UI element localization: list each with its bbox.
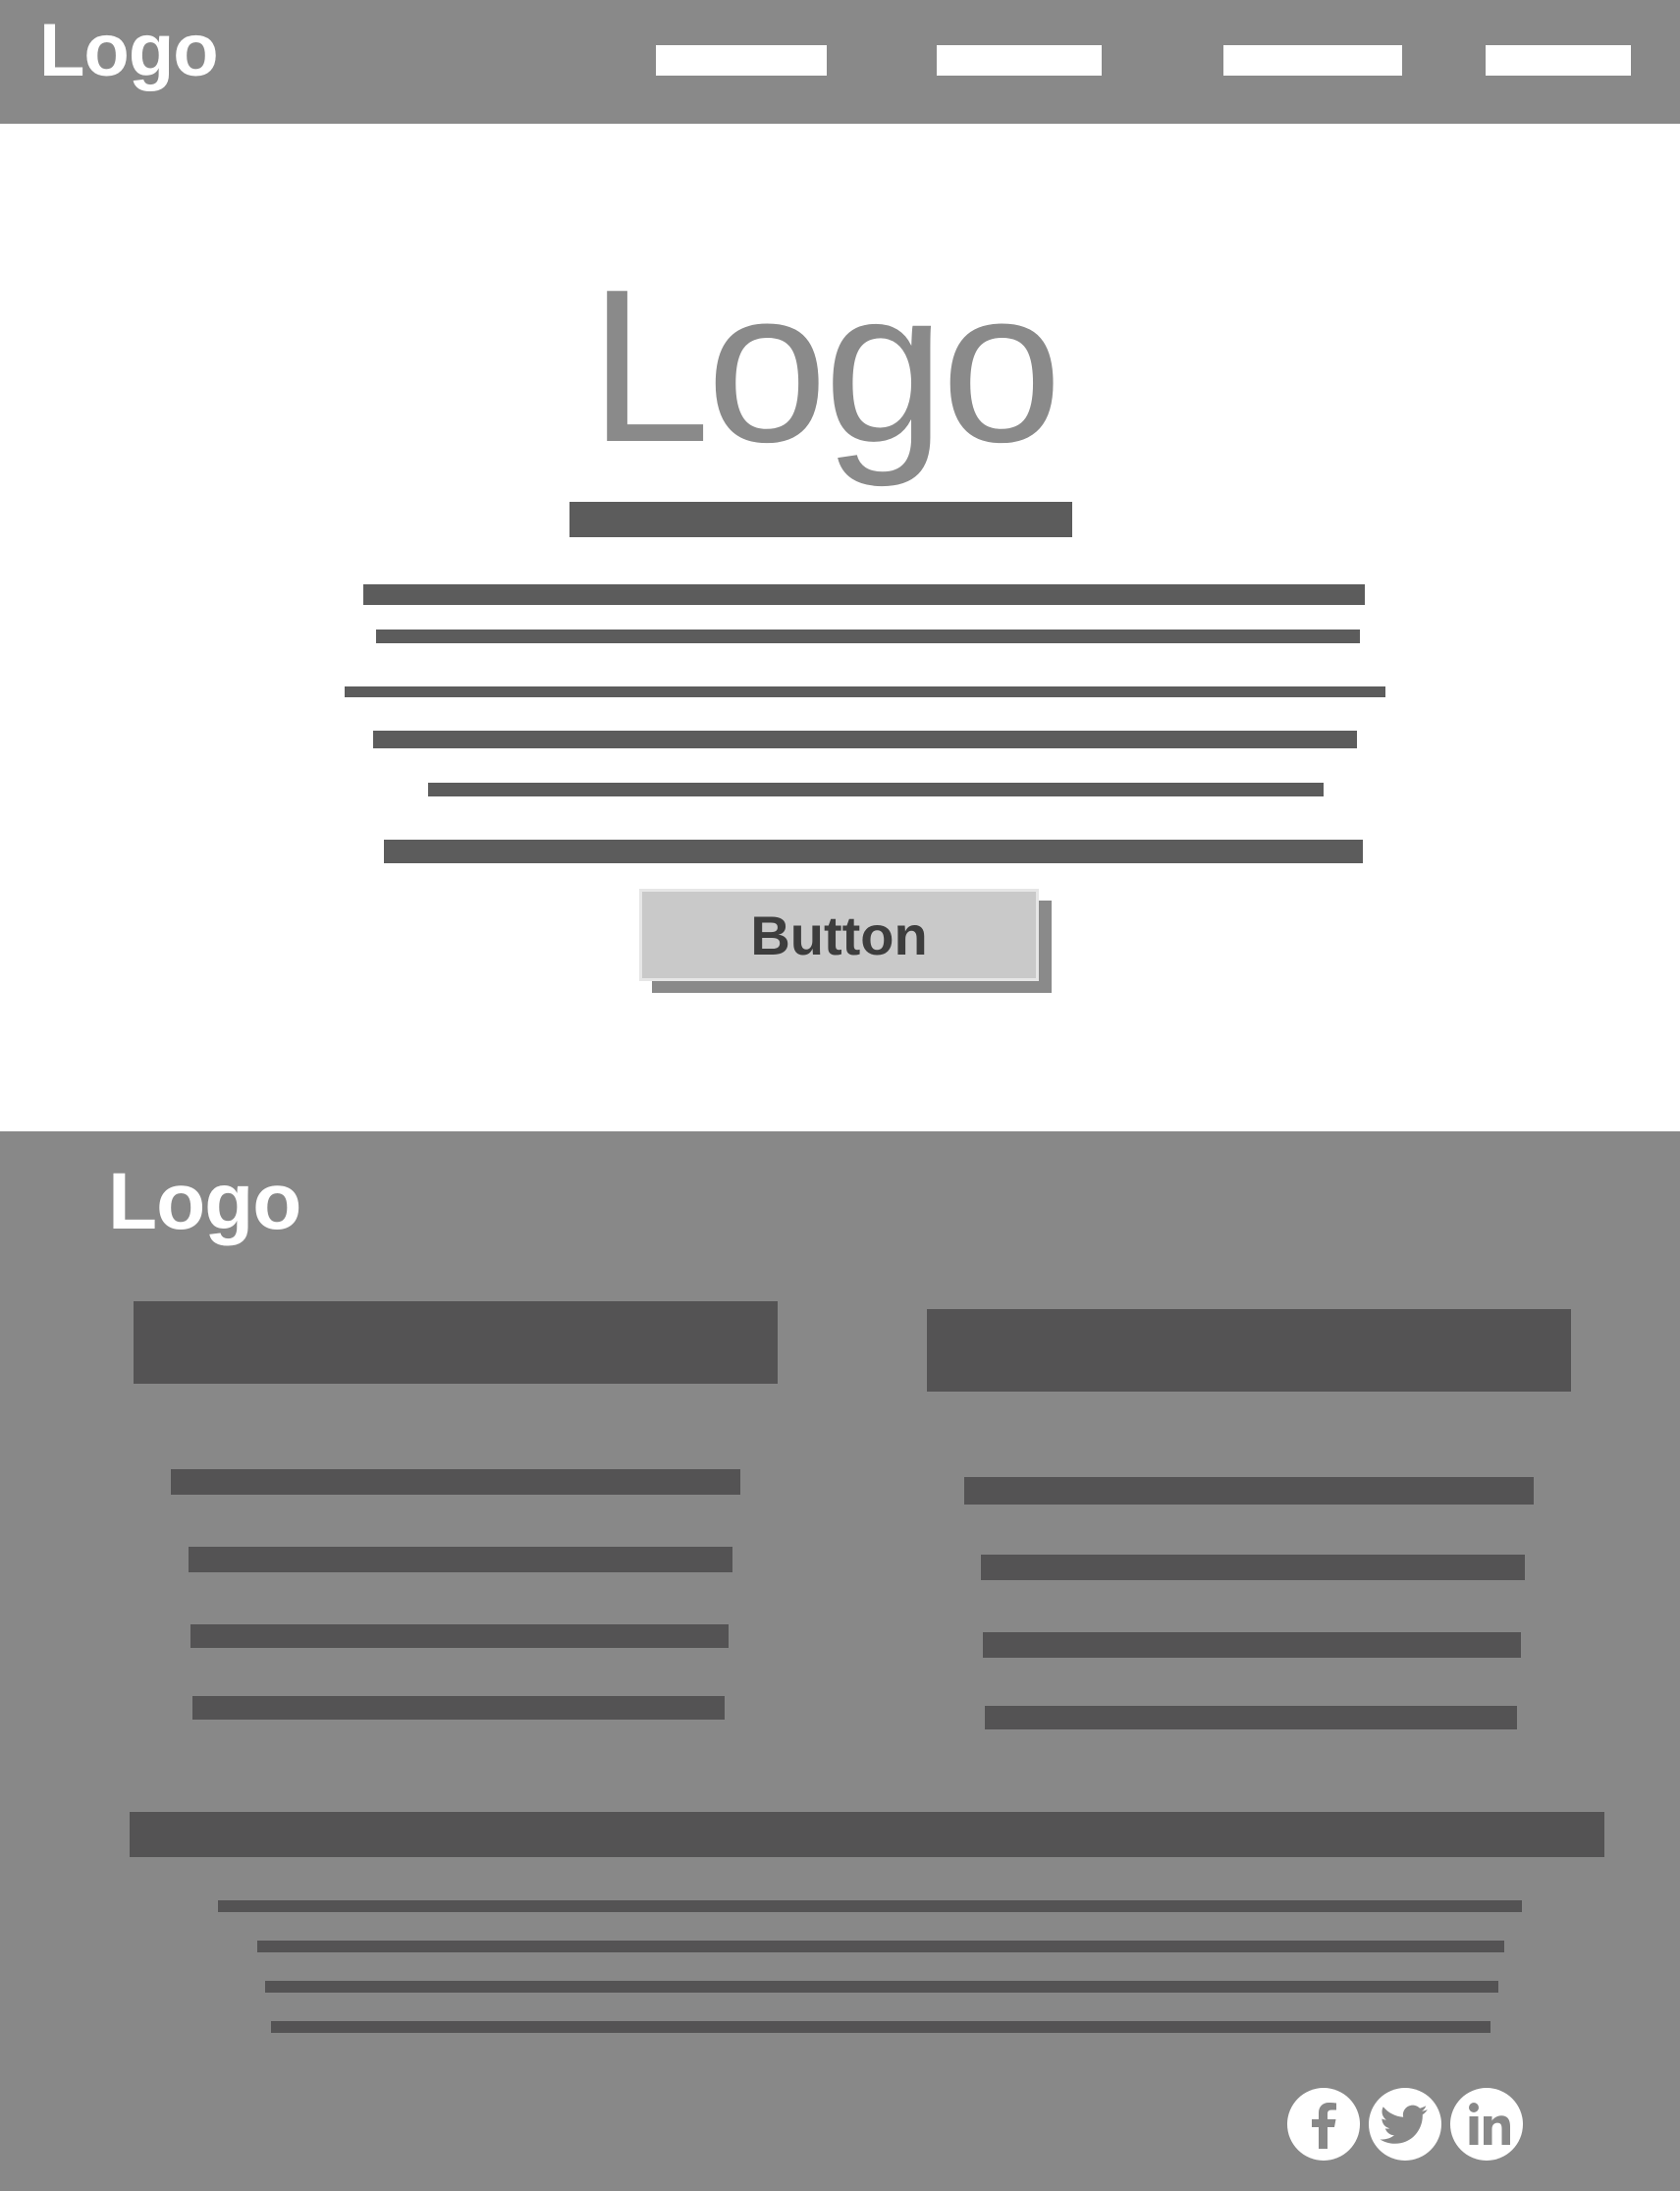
linkedin-icon[interactable] <box>1450 2088 1523 2161</box>
footer-column-heading <box>134 1301 778 1384</box>
footer-link-placeholder[interactable] <box>192 1696 725 1720</box>
hero-text-line <box>428 783 1324 796</box>
nav-link-4[interactable] <box>1486 45 1631 76</box>
footer-text-line <box>218 1900 1522 1912</box>
footer-text-line <box>265 1981 1498 1993</box>
primary-button[interactable]: Button <box>639 889 1039 981</box>
footer-link-placeholder[interactable] <box>964 1477 1534 1505</box>
hero-text-line <box>373 731 1357 748</box>
header-logo[interactable]: Logo <box>39 14 219 88</box>
footer-column-heading <box>927 1309 1571 1392</box>
hero-subtitle-placeholder <box>569 502 1072 537</box>
footer-text-line <box>271 2021 1490 2033</box>
nav-link-1[interactable] <box>656 45 827 76</box>
nav-link-2[interactable] <box>937 45 1102 76</box>
hero-text-line <box>345 686 1385 697</box>
twitter-icon[interactable] <box>1369 2088 1441 2161</box>
hero-text-line <box>384 840 1363 863</box>
hero-text-line <box>376 630 1360 643</box>
top-navigation-bar <box>0 0 1680 124</box>
footer-link-placeholder[interactable] <box>981 1555 1525 1580</box>
nav-link-3[interactable] <box>1223 45 1402 76</box>
hero-text-line <box>363 584 1365 605</box>
footer-link-placeholder[interactable] <box>171 1469 740 1495</box>
footer-wide-heading <box>130 1812 1604 1857</box>
footer-logo: Logo <box>108 1157 301 1246</box>
footer-link-placeholder[interactable] <box>189 1547 732 1572</box>
footer-text-line <box>257 1941 1504 1952</box>
footer-link-placeholder[interactable] <box>983 1632 1521 1658</box>
hero-logo: Logo <box>589 245 1062 488</box>
footer-link-placeholder[interactable] <box>985 1706 1517 1729</box>
facebook-icon[interactable] <box>1287 2088 1360 2161</box>
footer-link-placeholder[interactable] <box>190 1624 729 1648</box>
